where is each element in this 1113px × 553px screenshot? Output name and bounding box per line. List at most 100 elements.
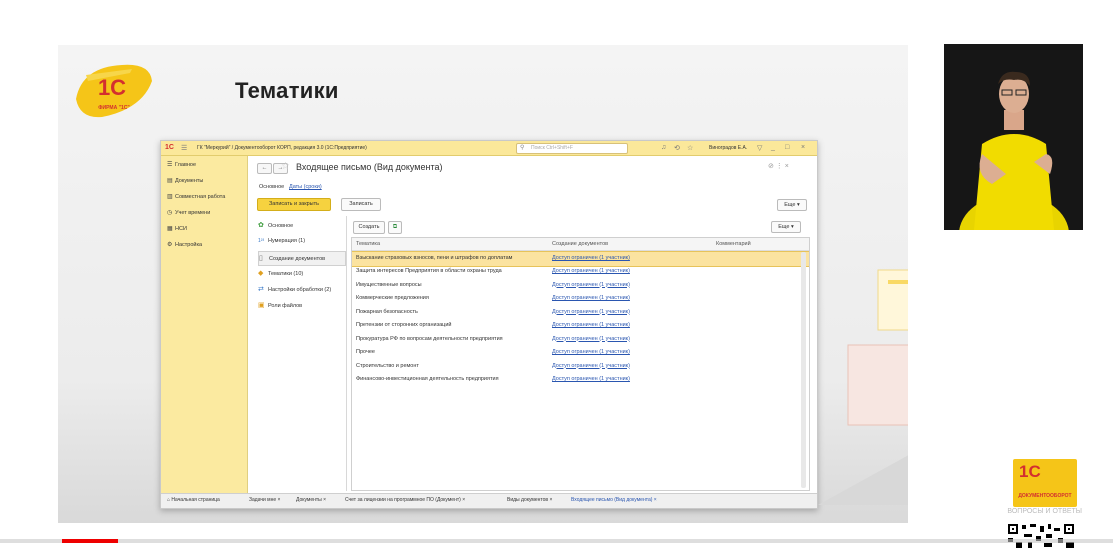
logo-subtext: ФИРМА "1С" [98,105,130,111]
sidebar-item-collab[interactable]: ▥ Совместная работа [167,193,225,203]
presentation-slide: 1С ФИРМА "1С" Тематики 1С ☰ ГК "Меркурий… [58,45,908,523]
logo-text: 1С [98,75,126,100]
close-icon[interactable]: × [801,144,805,151]
tab-dates[interactable]: Даты (сроки) [289,184,322,190]
access-link[interactable]: Доступ ограничен (1 участник) [552,252,630,266]
menu-icon: ☰ [167,162,173,168]
access-link[interactable]: Доступ ограничен (1 участник) [552,292,630,306]
more-button-table[interactable]: Еще ▾ [771,221,801,233]
column-header-comment[interactable]: Комментарий [716,241,751,247]
access-link[interactable]: Доступ ограничен (1 участник) [552,360,630,374]
home-tab-label: Начальная страница [171,497,220,503]
topic-cell: Защита интересов Предприятия в области о… [356,268,502,274]
copy-icon[interactable]: ⧉ [388,221,402,234]
taskbar-tab[interactable]: Документы × [296,497,326,503]
more-button[interactable]: Еще ▾ [777,199,807,211]
documents-icon: ▤ [167,178,173,184]
nav-item-label: Настройки обработки (2) [268,287,332,293]
table-row[interactable]: Пожарная безопасность Доступ ограничен (1… [352,306,809,320]
table-row[interactable]: Претензии от сторонних организаций Доступ… [352,319,809,333]
maximize-icon[interactable]: □ [785,144,789,151]
sidebar-item-label: Главное [175,162,197,168]
home-tab[interactable]: ⌂ Начальная страница [167,497,220,503]
open-windows-bar: ⌂ Начальная страница Задачи мне × Докуме… [161,493,817,508]
speaker-video [944,44,1083,230]
sidebar-item-documents[interactable]: ▤ Документы [167,177,203,187]
table-scrollbar[interactable] [801,252,806,488]
taskbar-tab[interactable]: Виды документов × [507,497,552,503]
access-link[interactable]: Доступ ограничен (1 участник) [552,373,630,387]
table-row[interactable]: Финансово-инвестиционная деятельность пр… [352,373,809,387]
brand-name: ДОКУМЕНТООБОРОТ [1018,493,1072,499]
doc-create-icon: ▯ [259,255,263,262]
access-link[interactable]: Доступ ограничен (1 участник) [552,333,630,347]
title-bar: 1С ☰ ГК "Меркурий" / Документооборот КОР… [161,141,817,156]
app-window: 1С ☰ ГК "Меркурий" / Документооборот КОР… [160,140,818,509]
nav-item-label: Роли файлов [268,303,303,309]
collab-icon: ▥ [167,194,173,200]
sidebar-item-settings[interactable]: ⚙ Настройка [167,241,202,251]
nav-item-main[interactable]: ✿ Основное [258,219,344,232]
form-menu-icon[interactable]: ⊘ ⋮ × [768,162,789,170]
nav-item-file-roles[interactable]: ▣ Роли файлов [258,299,344,312]
column-header-topic[interactable]: Тематика [356,241,380,247]
nav-item-label: Создание документов [269,256,326,262]
sidebar-item-nsi[interactable]: ▦ НСИ [167,225,187,235]
processing-icon: ⇄ [258,286,264,293]
settings-icon[interactable]: ▽ [757,144,762,152]
table-row[interactable]: Прокуратура РФ по вопросам деятельности … [352,333,809,347]
settings-icon: ⚙ [167,242,173,248]
favorite-star-icon[interactable]: ☆ [281,161,290,172]
topic-cell: Взыскание страховых взносов, пени и штра… [356,255,513,261]
form-nav-panel: ✿ Основное 1²³ Нумерация (1) ▯ Создание док… [254,216,347,491]
save-and-close-button[interactable]: Записать и закрыть [257,198,331,211]
taskbar-tab[interactable]: Счет за лицензии на программное ПО (Доку… [345,497,465,503]
access-link[interactable]: Доступ ограничен (1 участник) [552,265,630,279]
sidebar-item-label: Документы [175,178,204,184]
column-header-doc-create[interactable]: Создание документов [552,241,608,247]
table-row[interactable]: Защита интересов Предприятия в области о… [352,265,809,279]
user-name[interactable]: Виноградов Е.А. [709,145,747,151]
favorites-icon[interactable]: ☆ [687,144,693,152]
access-link[interactable]: Доступ ограничен (1 участник) [552,279,630,293]
access-link[interactable]: Доступ ограничен (1 участник) [552,346,630,360]
nav-item-numbering[interactable]: 1²³ Нумерация (1) [258,235,344,248]
tab-main[interactable]: Основное [259,184,284,190]
nav-item-label: Тематики (10) [268,271,304,277]
table-header: Тематика Создание документов Комментарий [352,238,809,251]
form-title: Входящее письмо (Вид документа) [296,162,443,172]
minimize-icon[interactable]: _ [771,144,775,151]
sidebar-item-time[interactable]: ◷ Учет времени [167,209,210,219]
access-link[interactable]: Доступ ограничен (1 участник) [552,319,630,333]
taskbar-tab-active[interactable]: Входящее письмо (Вид документа) × [571,497,657,503]
menu-icon[interactable]: ☰ [181,144,187,152]
topic-cell: Коммерческие предложения [356,295,429,301]
table-row[interactable]: Прочее Доступ ограничен (1 участник) [352,346,809,360]
sidebar-item-main[interactable]: ☰ Главное [167,161,196,171]
access-link[interactable]: Доступ ограничен (1 участник) [552,306,630,320]
video-progress-fill[interactable] [62,539,118,543]
nav-item-processing[interactable]: ⇄ Настройки обработки (2) [258,283,344,296]
slide-title: Тематики [235,78,339,103]
create-button[interactable]: Создать [353,221,385,234]
history-icon[interactable]: ⟲ [674,144,680,152]
video-progress-track[interactable] [0,539,1113,543]
topic-cell: Претензии от сторонних организаций [356,322,452,328]
tag-icon: ◆ [258,270,264,277]
table-row[interactable]: Строительство и ремонт Доступ ограничен (… [352,360,809,374]
table-row[interactable]: Имущественные вопросы Доступ ограничен (1… [352,279,809,293]
qr-code[interactable] [1004,522,1078,550]
taskbar-tab[interactable]: Задачи мне × [249,497,280,503]
nav-item-topics[interactable]: ◆ Тематики (10) [258,267,344,280]
search-placeholder: Поиск Ctrl+Shift+F [531,145,573,151]
nsi-icon: ▦ [167,226,173,232]
back-button[interactable]: ← [257,163,272,174]
topic-cell: Строительство и ремонт [356,362,419,369]
table-row[interactable]: Коммерческие предложения Доступ ограничен… [352,292,809,306]
save-button[interactable]: Записать [341,198,381,211]
nav-item-doc-create[interactable]: ▯ Создание документов [258,251,346,266]
files-icon: ▣ [258,302,265,309]
search-input[interactable]: ⚲ Поиск Ctrl+Shift+F [516,143,628,154]
bell-icon[interactable]: ♫ [661,144,666,151]
sidebar-item-label: НСИ [175,226,187,232]
